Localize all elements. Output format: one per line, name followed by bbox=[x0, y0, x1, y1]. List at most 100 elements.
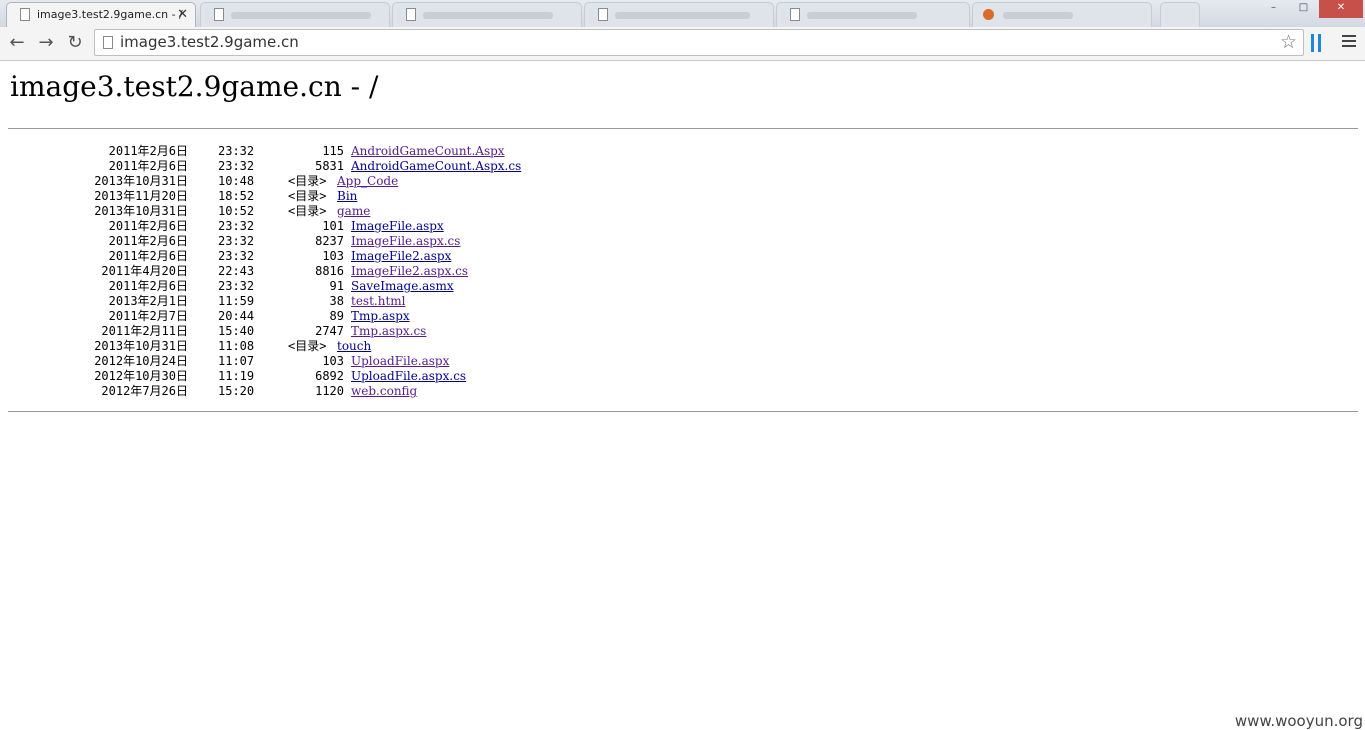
entry-date: 2011年2月6日 bbox=[108, 234, 188, 248]
entry-link[interactable]: Bin bbox=[337, 189, 357, 204]
entry-dir-tag: <目录> bbox=[288, 174, 327, 188]
entry-date: 2013年2月1日 bbox=[108, 294, 188, 308]
page-icon bbox=[103, 36, 113, 49]
watermark: www.wooyun.org bbox=[1234, 712, 1363, 730]
entry-time: 23:32 bbox=[218, 144, 255, 158]
entry-link[interactable]: AndroidGameCount.Aspx.cs bbox=[351, 159, 521, 174]
entry-size: 103 bbox=[322, 249, 344, 263]
entry-date: 2011年2月6日 bbox=[108, 249, 188, 263]
entry-link[interactable]: AndroidGameCount.Aspx bbox=[351, 144, 505, 159]
tab-background[interactable] bbox=[972, 2, 1152, 27]
entry-size: 2747 bbox=[315, 324, 344, 338]
entry-link[interactable]: touch bbox=[337, 339, 371, 354]
entry-time: 20:44 bbox=[218, 309, 255, 323]
new-tab-button[interactable] bbox=[1160, 2, 1200, 27]
entry-date: 2013年11月20日 bbox=[94, 189, 188, 203]
divider-bottom bbox=[8, 411, 1358, 412]
address-url[interactable]: image3.test2.9game.cn bbox=[120, 30, 299, 55]
window-close-icon[interactable]: ✕ bbox=[1319, 0, 1363, 18]
entry-link[interactable]: ImageFile2.aspx bbox=[351, 249, 451, 264]
tab-background[interactable] bbox=[392, 2, 582, 27]
minimize-icon[interactable]: – bbox=[1259, 0, 1288, 18]
entry-date: 2011年2月7日 bbox=[108, 309, 188, 323]
entry-date: 2011年2月6日 bbox=[108, 144, 188, 158]
entry-time: 15:20 bbox=[218, 384, 255, 398]
entry-time: 11:07 bbox=[218, 354, 255, 368]
entry-time: 11:19 bbox=[218, 369, 255, 383]
entry-date: 2013年10月31日 bbox=[94, 339, 188, 353]
entry-date: 2011年4月20日 bbox=[101, 264, 188, 278]
entry-size: 103 bbox=[322, 354, 344, 368]
page-icon bbox=[406, 8, 416, 21]
page-content: image3.test2.9game.cn - / 2011年2月6日 23:32… bbox=[0, 61, 1365, 730]
page-icon bbox=[214, 8, 224, 21]
entry-link[interactable]: web.config bbox=[351, 384, 417, 399]
entry-date: 2012年10月30日 bbox=[94, 369, 188, 383]
entry-time: 15:40 bbox=[218, 324, 255, 338]
entry-time: 23:32 bbox=[218, 279, 255, 293]
entry-link[interactable]: UploadFile.aspx bbox=[351, 354, 449, 369]
tab-background[interactable] bbox=[776, 2, 970, 27]
entry-link[interactable]: test.html bbox=[351, 294, 406, 309]
tab-background[interactable] bbox=[200, 2, 390, 27]
entry-time: 23:32 bbox=[218, 234, 255, 248]
tab-strip: image3.test2.9game.cn - / ✕ – □ ✕ bbox=[0, 0, 1365, 28]
back-icon[interactable]: ← bbox=[7, 33, 27, 53]
entry-date: 2011年2月6日 bbox=[108, 279, 188, 293]
entry-link[interactable]: Tmp.aspx.cs bbox=[351, 324, 426, 339]
entry-date: 2013年10月31日 bbox=[94, 174, 188, 188]
entry-time: 23:32 bbox=[218, 249, 255, 263]
entry-link[interactable]: ImageFile.aspx.cs bbox=[351, 234, 460, 249]
forward-icon[interactable]: → bbox=[36, 33, 56, 53]
entry-link[interactable]: UploadFile.aspx.cs bbox=[351, 369, 466, 384]
entry-dir-tag: <目录> bbox=[288, 204, 327, 218]
blurred-tab-title bbox=[423, 11, 553, 19]
entry-time: 10:48 bbox=[218, 174, 255, 188]
entry-date: 2011年2月6日 bbox=[108, 219, 188, 233]
page-icon bbox=[598, 8, 608, 21]
blurred-tab-title bbox=[807, 11, 917, 19]
entry-link[interactable]: Tmp.aspx bbox=[351, 309, 410, 324]
blurred-tab-title bbox=[231, 11, 371, 19]
blurred-tab-title bbox=[1003, 11, 1073, 19]
entry-dir-tag: <目录> bbox=[288, 339, 327, 353]
entry-date: 2011年2月6日 bbox=[108, 159, 188, 173]
extension-icon[interactable] bbox=[1311, 34, 1323, 52]
maximize-icon[interactable]: □ bbox=[1289, 0, 1318, 18]
entry-dir-tag: <目录> bbox=[288, 189, 327, 203]
entry-size: 89 bbox=[329, 309, 344, 323]
entry-time: 23:32 bbox=[218, 159, 255, 173]
close-tab-icon[interactable]: ✕ bbox=[177, 3, 188, 27]
entry-time: 23:32 bbox=[218, 219, 255, 233]
page-icon bbox=[20, 8, 30, 21]
entry-size: 101 bbox=[322, 219, 344, 233]
entry-size: 5831 bbox=[315, 159, 344, 173]
entry-time: 18:52 bbox=[218, 189, 255, 203]
entry-size: 38 bbox=[329, 294, 344, 308]
site-favicon-icon bbox=[983, 9, 994, 20]
entry-date: 2012年10月24日 bbox=[94, 354, 188, 368]
menu-icon[interactable] bbox=[1342, 35, 1356, 50]
entry-date: 2013年10月31日 bbox=[94, 204, 188, 218]
entry-link[interactable]: ImageFile.aspx bbox=[351, 219, 444, 234]
entry-link[interactable]: game bbox=[337, 204, 370, 219]
entry-size: 8816 bbox=[315, 264, 344, 278]
tab-background[interactable] bbox=[584, 2, 774, 27]
reload-icon[interactable]: ↻ bbox=[65, 33, 85, 53]
tab-active[interactable]: image3.test2.9game.cn - / ✕ bbox=[6, 2, 196, 27]
entry-link[interactable]: App_Code bbox=[337, 174, 398, 189]
browser-toolbar: ← → ↻ image3.test2.9game.cn ☆ bbox=[0, 27, 1365, 61]
entry-size: 6892 bbox=[315, 369, 344, 383]
entry-time: 11:08 bbox=[218, 339, 255, 353]
entry-link[interactable]: ImageFile2.aspx.cs bbox=[351, 264, 468, 279]
address-bar[interactable]: image3.test2.9game.cn ☆ bbox=[94, 29, 1304, 56]
entry-link[interactable]: SaveImage.asmx bbox=[351, 279, 454, 294]
entry-size: 8237 bbox=[315, 234, 344, 248]
entry-size: 91 bbox=[329, 279, 344, 293]
entry-size: 115 bbox=[322, 144, 344, 158]
entry-date: 2012年7月26日 bbox=[101, 384, 188, 398]
page-title: image3.test2.9game.cn - / bbox=[10, 70, 379, 103]
tab-title: image3.test2.9game.cn - / bbox=[37, 8, 183, 21]
entry-size: 1120 bbox=[315, 384, 344, 398]
bookmark-star-icon[interactable]: ☆ bbox=[1280, 30, 1297, 54]
